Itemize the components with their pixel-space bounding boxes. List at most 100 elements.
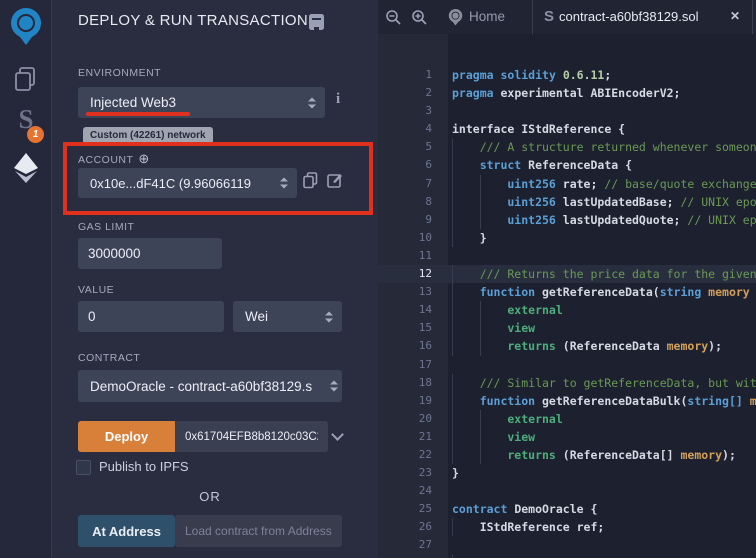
at-address-input[interactable] [175, 515, 342, 547]
code-text: uint256 public price; [432, 555, 625, 558]
code-line[interactable]: 15view [378, 319, 756, 337]
code-text: interface IStdReference { [432, 120, 625, 138]
environment-label: ENVIRONMENT [78, 67, 161, 79]
line-number: 15 [378, 319, 432, 337]
code-line[interactable]: 18/// Similar to getReferenceData, but w… [378, 374, 756, 392]
line-number: 5 [378, 138, 432, 156]
code-line[interactable]: 26IStdReference ref; [378, 518, 756, 536]
code-line[interactable]: 8uint256 lastUpdatedBase; // UNIX epoch [378, 193, 756, 211]
code-line[interactable]: 28uint256 public price; [378, 555, 756, 558]
gas-limit-input[interactable] [78, 238, 222, 269]
code-line[interactable]: 4interface IStdReference { [378, 120, 756, 138]
code-line[interactable]: 24 [378, 482, 756, 500]
line-number: 16 [378, 337, 432, 355]
code-line[interactable]: 25contract DemoOracle { [378, 500, 756, 518]
code-text: } [432, 229, 487, 247]
indent-guide [480, 319, 508, 337]
indent-guide [452, 301, 480, 319]
code-line[interactable]: 21view [378, 428, 756, 446]
code-text [432, 536, 452, 554]
code-text: external [432, 410, 563, 428]
indent-guide [452, 392, 480, 410]
code-text: returns (ReferenceData[] memory); [432, 446, 736, 464]
deploy-button[interactable]: Deploy [78, 421, 175, 452]
code-line[interactable]: 7uint256 rate; // base/quote exchange ra… [378, 175, 756, 193]
code-line[interactable]: 12/// Returns the price data for the giv… [378, 265, 756, 283]
documentation-book-icon[interactable] [308, 13, 325, 36]
add-account-icon[interactable]: ⊕ [138, 151, 149, 166]
account-value: 0x10e...dF41C (9.96066119 [90, 176, 251, 191]
code-line[interactable]: 20external [378, 410, 756, 428]
at-address-button[interactable]: At Address [78, 515, 175, 547]
code-line[interactable]: 16returns (ReferenceData memory); [378, 337, 756, 355]
indent-guide [480, 446, 508, 464]
line-number: 2 [378, 84, 432, 102]
indent-guide [452, 283, 480, 301]
contract-select[interactable]: DemoOracle - contract-a60bf38129.s [78, 370, 342, 402]
code-text: pragma experimental ABIEncoderV2; [432, 84, 680, 102]
value-input[interactable] [78, 301, 224, 332]
value-unit-select[interactable]: Wei [233, 301, 342, 332]
code-line[interactable]: 5/// A structure returned whenever someo… [378, 138, 756, 156]
gas-limit-label: GAS LIMIT [78, 221, 134, 233]
code-text: contract DemoOracle { [432, 500, 597, 518]
file-explorer-icon[interactable] [0, 66, 52, 93]
annotation-underline [86, 112, 190, 116]
edit-account-icon[interactable] [327, 172, 343, 193]
deploy-run-icon[interactable] [0, 152, 52, 184]
code-line[interactable]: 10} [378, 229, 756, 247]
code-text [432, 247, 452, 265]
code-text: function getReferenceDataBulk(string[] m… [432, 392, 756, 410]
indent-guide [452, 446, 480, 464]
line-number: 27 [378, 536, 432, 554]
line-number: 19 [378, 392, 432, 410]
chevron-down-icon[interactable] [331, 428, 344, 441]
panel-title: DEPLOY & RUN TRANSACTIONS [78, 12, 318, 29]
line-number: 11 [378, 247, 432, 265]
code-text [432, 102, 452, 120]
home-tab-icon[interactable] [447, 8, 464, 31]
code-lines[interactable]: 1pragma solidity 0.6.11;2pragma experime… [378, 66, 756, 558]
code-line[interactable]: 19function getReferenceDataBulk(string[]… [378, 392, 756, 410]
code-line[interactable]: 1pragma solidity 0.6.11; [378, 66, 756, 84]
line-number: 3 [378, 102, 432, 120]
code-line[interactable]: 23} [378, 464, 756, 482]
code-line[interactable]: 3 [378, 102, 756, 120]
line-number: 13 [378, 283, 432, 301]
zoom-in-icon[interactable] [411, 9, 428, 31]
line-number: 26 [378, 518, 432, 536]
value-label: VALUE [78, 284, 114, 296]
code-line[interactable]: 14external [378, 301, 756, 319]
tab-home[interactable]: Home [469, 9, 505, 24]
code-line[interactable]: 9uint256 lastUpdatedQuote; // UNIX epoch [378, 211, 756, 229]
or-label: OR [78, 489, 342, 504]
code-line[interactable]: 22returns (ReferenceData[] memory); [378, 446, 756, 464]
close-tab-icon[interactable]: ✕ [730, 9, 740, 23]
tab-contract-file[interactable]: contract-a60bf38129.sol [559, 9, 698, 24]
account-label-row: ACCOUNT⊕ [78, 150, 149, 168]
select-spinner-icon [330, 381, 338, 392]
zoom-out-icon[interactable] [385, 9, 402, 31]
environment-info-icon[interactable]: i [336, 91, 340, 108]
deploy-argument-input[interactable] [175, 421, 328, 452]
line-number: 12 [378, 265, 432, 283]
line-number: 20 [378, 410, 432, 428]
line-number: 14 [378, 301, 432, 319]
line-number: 18 [378, 374, 432, 392]
indent-guide [452, 555, 480, 558]
indent-guide [452, 374, 480, 392]
publish-ipfs-checkbox[interactable] [76, 460, 91, 475]
solidity-compiler-icon[interactable]: S [0, 104, 52, 135]
code-line[interactable]: 6struct ReferenceData { [378, 156, 756, 174]
tab-divider [752, 0, 753, 34]
account-select[interactable]: 0x10e...dF41C (9.96066119 [78, 168, 297, 198]
code-line[interactable]: 17 [378, 356, 756, 374]
line-number: 24 [378, 482, 432, 500]
code-line[interactable]: 13function getReferenceData(string memor… [378, 283, 756, 301]
code-line[interactable]: 27 [378, 536, 756, 554]
line-number: 10 [378, 229, 432, 247]
indent-guide [452, 211, 480, 229]
copy-account-icon[interactable] [303, 172, 318, 194]
code-line[interactable]: 11 [378, 247, 756, 265]
code-line[interactable]: 2pragma experimental ABIEncoderV2; [378, 84, 756, 102]
